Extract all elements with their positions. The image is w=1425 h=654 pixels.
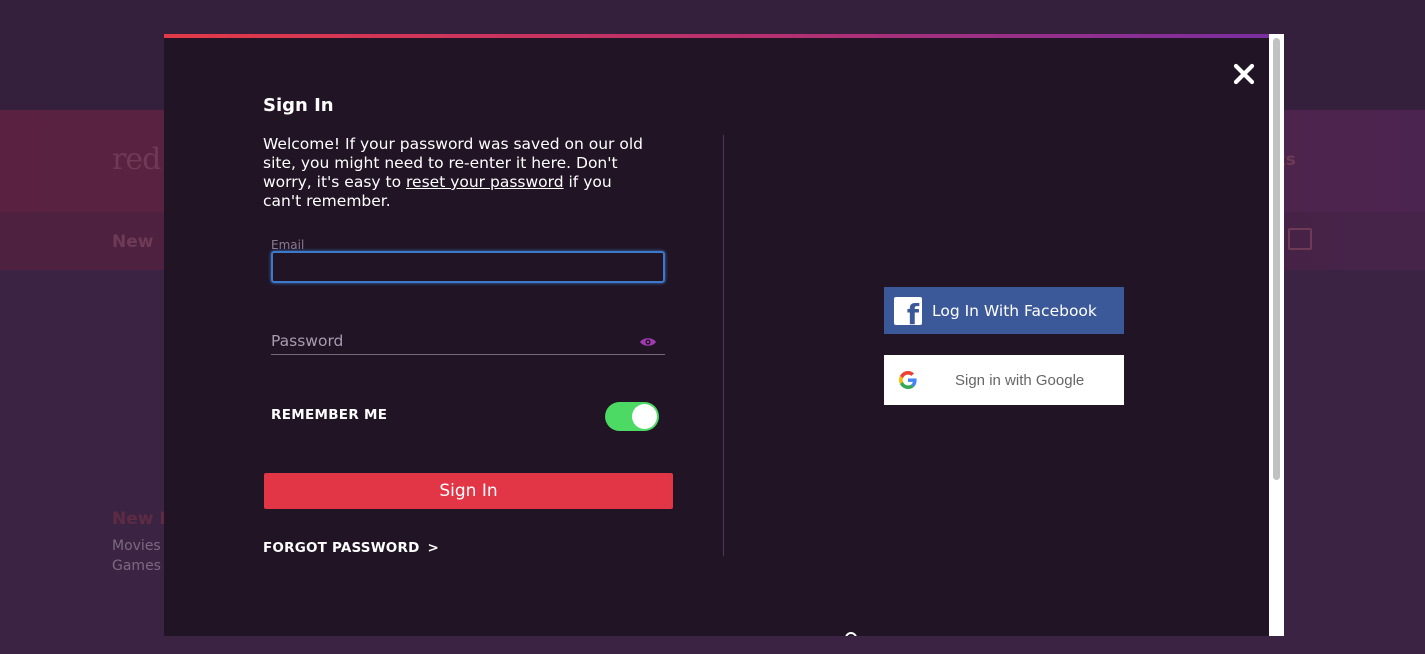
background-link-movies: Movies (112, 538, 161, 554)
close-icon (1233, 63, 1255, 85)
forgot-password-link[interactable]: FORGOT PASSWORD > (263, 540, 439, 556)
background-nav-new: New (112, 232, 154, 252)
close-button[interactable] (1232, 62, 1256, 86)
column-divider (723, 135, 724, 556)
remember-me-label: REMEMBER ME (271, 407, 388, 423)
toggle-knob (632, 404, 657, 429)
email-label: Email (271, 238, 305, 252)
facebook-icon: f (894, 296, 922, 325)
reset-password-link[interactable]: reset your password (406, 173, 564, 191)
facebook-login-button[interactable]: f Log In With Facebook (884, 287, 1124, 334)
sign-in-button[interactable]: Sign In (264, 473, 673, 509)
email-field[interactable] (271, 251, 665, 283)
chevron-right-icon: > (427, 540, 439, 556)
password-field-wrapper (271, 328, 665, 355)
google-signin-button[interactable]: Sign in with Google (884, 355, 1124, 405)
modal-title: Sign In (263, 95, 334, 116)
remember-me-toggle[interactable] (605, 402, 659, 431)
background-section-title: New I (112, 509, 166, 529)
background-logo: red (112, 142, 161, 177)
modal-scrollbar[interactable] (1269, 34, 1284, 636)
modal-accent-bar (164, 34, 1269, 38)
eye-icon[interactable] (639, 333, 657, 346)
background-link-games: Games (112, 558, 161, 574)
cut-off-content (845, 632, 857, 636)
password-field[interactable] (271, 328, 631, 354)
google-icon (899, 371, 917, 389)
scrollbar-thumb[interactable] (1273, 38, 1280, 480)
facebook-login-label: Log In With Facebook (932, 301, 1097, 320)
forgot-password-label: FORGOT PASSWORD (263, 540, 420, 556)
google-signin-label: Sign in with Google (955, 371, 1085, 389)
welcome-message: Welcome! If your password was saved on o… (263, 135, 643, 211)
cart-icon (1288, 228, 1312, 250)
sign-in-modal: Sign In Welcome! If your password was sa… (164, 34, 1284, 636)
